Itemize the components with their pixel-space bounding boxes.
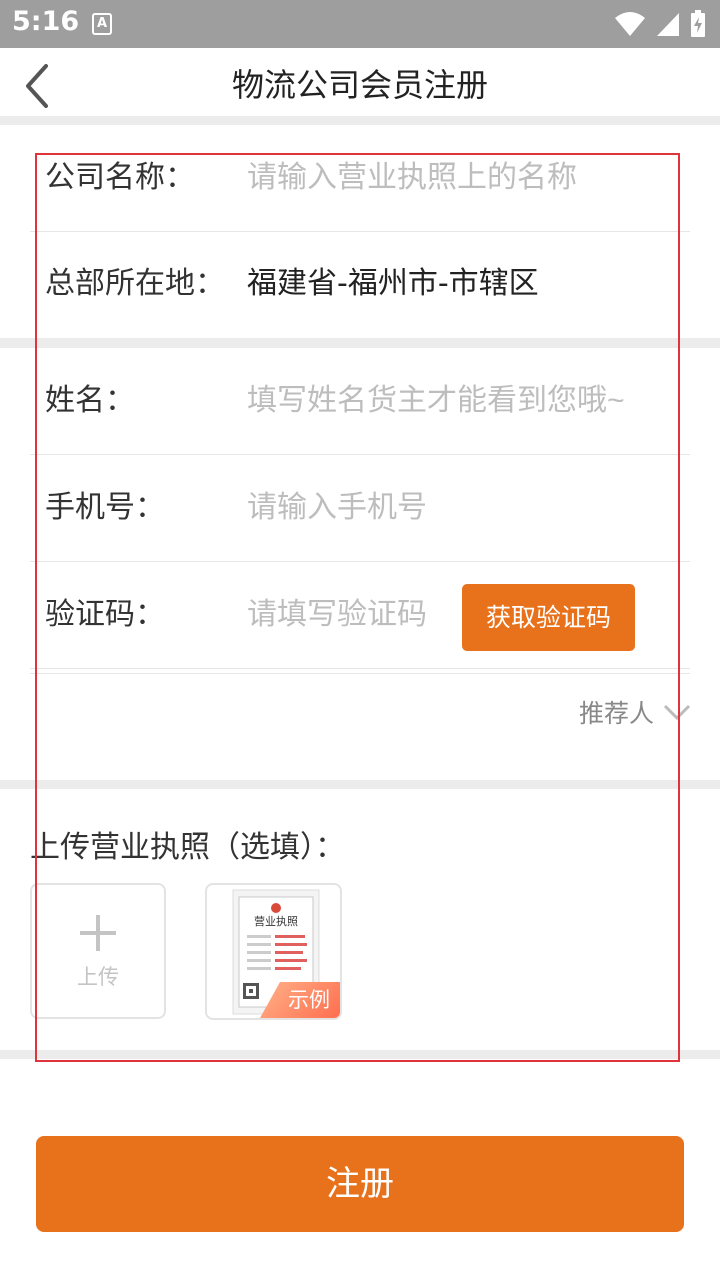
hq-location-value[interactable]: 福建省-福州市-市辖区 (247, 232, 667, 336)
plus-icon (80, 915, 116, 951)
hq-location-row[interactable]: 总部所在地： 福建省-福州市-市辖区 (30, 232, 690, 338)
section-divider (0, 780, 720, 789)
sample-license-thumbnail[interactable]: 营业执照 示例 (205, 883, 342, 1020)
phone-input[interactable] (247, 456, 667, 560)
section-divider (0, 1050, 720, 1059)
name-label: 姓名： (45, 383, 135, 418)
sample-doc-title: 营业执照 (254, 914, 298, 928)
row-divider (30, 670, 690, 674)
name-row: 姓名： (30, 349, 690, 455)
section-divider (0, 338, 720, 348)
upload-button[interactable]: 上传 (30, 883, 166, 1019)
company-name-label: 公司名称： (45, 160, 195, 195)
code-input[interactable] (247, 563, 447, 667)
referrer-label: 推荐人 (578, 699, 654, 728)
page-title: 物流公司会员注册 (231, 66, 488, 104)
name-input[interactable] (247, 349, 667, 453)
phone-label: 手机号： (45, 490, 165, 525)
signal-icon (657, 13, 679, 36)
status-bar: 5:16 A (0, 0, 720, 48)
system-icons (614, 10, 706, 38)
app-header: 物流公司会员注册 (0, 48, 720, 116)
company-name-row: 公司名称： (30, 126, 690, 232)
referrer-toggle[interactable]: 推荐人 (579, 694, 692, 730)
battery-icon (691, 10, 705, 37)
get-code-button[interactable]: 获取验证码 (462, 584, 635, 651)
code-row: 验证码： 获取验证码 (30, 563, 690, 669)
company-name-input[interactable] (247, 126, 667, 230)
upload-label: 上传 (77, 965, 119, 989)
section-divider (0, 116, 720, 125)
code-label: 验证码： (45, 597, 165, 632)
notification-icon: A (92, 13, 112, 35)
hq-location-label: 总部所在地： (45, 266, 225, 301)
upload-title: 上传营业执照（选填）： (30, 830, 345, 865)
register-button[interactable]: 注册 (36, 1136, 684, 1232)
phone-row: 手机号： (30, 456, 690, 562)
status-time: 5:16 (12, 6, 80, 37)
wifi-icon (615, 12, 645, 36)
chevron-down-icon (663, 704, 691, 721)
